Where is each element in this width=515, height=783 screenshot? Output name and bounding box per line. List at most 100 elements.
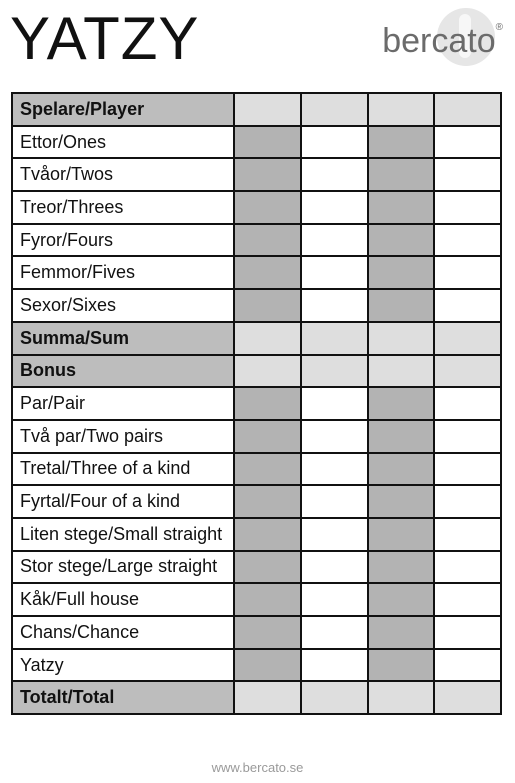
score-cell-player-4[interactable] <box>433 582 502 617</box>
score-cell-player-1[interactable] <box>233 516 302 552</box>
score-cell-player-3[interactable] <box>366 615 436 650</box>
score-cell-player-2[interactable] <box>299 190 369 225</box>
score-row: Yatzy <box>11 647 502 683</box>
score-cell-player-4[interactable] <box>433 222 502 258</box>
score-cell-player-1[interactable] <box>233 680 302 716</box>
score-cell-player-4[interactable] <box>433 680 502 716</box>
score-cell-player-4[interactable] <box>433 386 502 421</box>
score-cell-player-3[interactable] <box>366 549 436 585</box>
score-cell-player-3[interactable] <box>366 288 436 323</box>
score-cell-player-2[interactable] <box>299 516 369 552</box>
score-cell-player-2[interactable] <box>299 582 369 617</box>
score-cell-player-4[interactable] <box>433 255 502 291</box>
row-label: Sexor/Sixes <box>11 288 235 323</box>
score-cell-player-1[interactable] <box>233 484 302 519</box>
score-cell-player-1[interactable] <box>233 157 302 193</box>
score-cell-player-4[interactable] <box>433 418 502 454</box>
score-cell-player-1[interactable] <box>233 582 302 617</box>
score-row: Fyrtal/Four of a kind <box>11 484 502 519</box>
score-cell-player-1[interactable] <box>233 222 302 258</box>
score-cell-player-4[interactable] <box>433 516 502 552</box>
score-row: Stor stege/Large straight <box>11 549 502 585</box>
score-cell-player-4[interactable] <box>433 92 502 127</box>
score-cell-player-3[interactable] <box>366 680 436 716</box>
score-cell-player-4[interactable] <box>433 157 502 193</box>
row-label: Ettor/Ones <box>11 124 235 160</box>
score-cell-player-3[interactable] <box>366 418 436 454</box>
score-cell-player-3[interactable] <box>366 190 436 225</box>
score-cell-player-2[interactable] <box>299 386 369 421</box>
score-row: Ettor/Ones <box>11 124 502 160</box>
score-cell-player-1[interactable] <box>233 124 302 160</box>
score-cell-player-3[interactable] <box>366 451 436 487</box>
score-cell-player-2[interactable] <box>299 680 369 716</box>
score-cell-player-2[interactable] <box>299 451 369 487</box>
score-cell-player-1[interactable] <box>233 288 302 323</box>
score-cell-player-4[interactable] <box>433 484 502 519</box>
row-label: Spelare/Player <box>11 92 235 127</box>
score-cell-player-3[interactable] <box>366 92 436 127</box>
score-cell-player-4[interactable] <box>433 124 502 160</box>
score-cell-player-1[interactable] <box>233 615 302 650</box>
score-cell-player-1[interactable] <box>233 255 302 291</box>
row-label: Stor stege/Large straight <box>11 549 235 585</box>
score-cell-player-1[interactable] <box>233 451 302 487</box>
score-cell-player-1[interactable] <box>233 190 302 225</box>
score-cell-player-1[interactable] <box>233 647 302 683</box>
score-cell-player-1[interactable] <box>233 418 302 454</box>
score-cell-player-2[interactable] <box>299 647 369 683</box>
score-cell-player-3[interactable] <box>366 255 436 291</box>
score-cell-player-4[interactable] <box>433 320 502 356</box>
score-cell-player-4[interactable] <box>433 451 502 487</box>
score-cell-player-3[interactable] <box>366 222 436 258</box>
score-cell-player-4[interactable] <box>433 615 502 650</box>
score-row: Bonus <box>11 353 502 389</box>
score-cell-player-4[interactable] <box>433 190 502 225</box>
score-cell-player-3[interactable] <box>366 320 436 356</box>
score-row: Par/Pair <box>11 386 502 421</box>
score-cell-player-4[interactable] <box>433 353 502 389</box>
registered-mark: ® <box>495 22 503 33</box>
score-cell-player-3[interactable] <box>366 647 436 683</box>
score-cell-player-3[interactable] <box>366 386 436 421</box>
score-cell-player-2[interactable] <box>299 255 369 291</box>
score-row: Två par/Two pairs <box>11 418 502 454</box>
score-cell-player-2[interactable] <box>299 320 369 356</box>
score-row: Summa/Sum <box>11 320 502 356</box>
score-cell-player-1[interactable] <box>233 353 302 389</box>
score-cell-player-3[interactable] <box>366 353 436 389</box>
score-cell-player-2[interactable] <box>299 157 369 193</box>
score-cell-player-2[interactable] <box>299 222 369 258</box>
row-label: Chans/Chance <box>11 615 235 650</box>
score-cell-player-4[interactable] <box>433 288 502 323</box>
row-label: Femmor/Fives <box>11 255 235 291</box>
score-cell-player-1[interactable] <box>233 320 302 356</box>
score-cell-player-3[interactable] <box>366 484 436 519</box>
row-label: Kåk/Full house <box>11 582 235 617</box>
score-cell-player-2[interactable] <box>299 484 369 519</box>
score-cell-player-2[interactable] <box>299 124 369 160</box>
brand-name: bercato <box>382 22 496 60</box>
row-label: Bonus <box>11 353 235 389</box>
row-label: Liten stege/Small straight <box>11 516 235 552</box>
score-cell-player-2[interactable] <box>299 549 369 585</box>
score-cell-player-2[interactable] <box>299 615 369 650</box>
score-cell-player-3[interactable] <box>366 582 436 617</box>
score-cell-player-1[interactable] <box>233 549 302 585</box>
score-cell-player-2[interactable] <box>299 353 369 389</box>
score-row: Chans/Chance <box>11 615 502 650</box>
score-row: Treor/Threes <box>11 190 502 225</box>
page-title: YATZY <box>10 5 200 72</box>
score-cell-player-2[interactable] <box>299 288 369 323</box>
score-cell-player-4[interactable] <box>433 549 502 585</box>
score-cell-player-1[interactable] <box>233 92 302 127</box>
score-cell-player-1[interactable] <box>233 386 302 421</box>
score-cell-player-4[interactable] <box>433 647 502 683</box>
score-cell-player-2[interactable] <box>299 92 369 127</box>
score-cell-player-3[interactable] <box>366 516 436 552</box>
score-row: Femmor/Fives <box>11 255 502 291</box>
score-cell-player-2[interactable] <box>299 418 369 454</box>
score-cell-player-3[interactable] <box>366 124 436 160</box>
score-cell-player-3[interactable] <box>366 157 436 193</box>
row-label: Summa/Sum <box>11 320 235 356</box>
